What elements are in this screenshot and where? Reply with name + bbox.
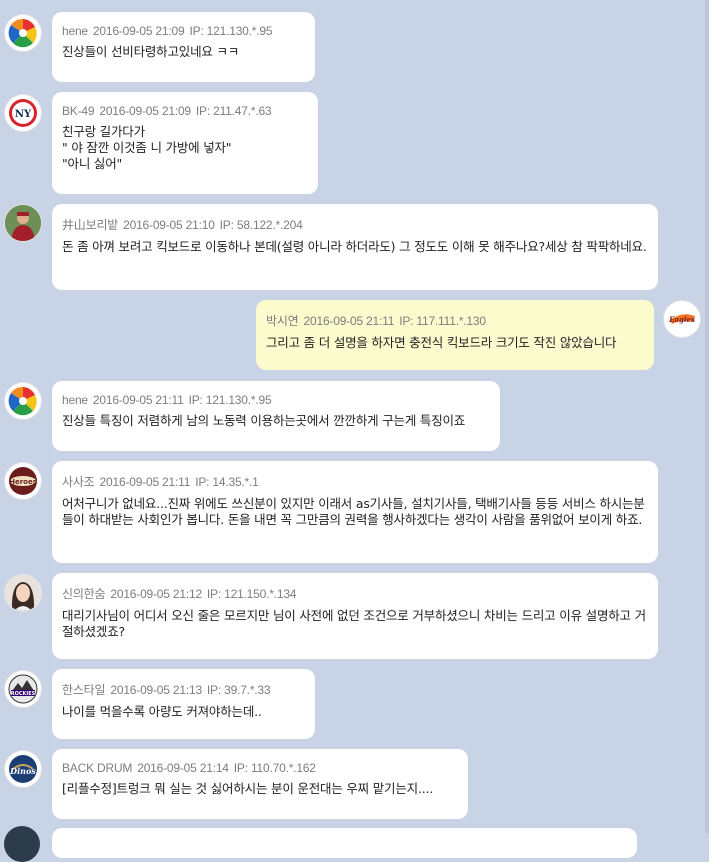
comment-meta: BACK DRUM 2016-09-05 21:14 IP: 110.70.*.16…	[62, 761, 458, 775]
heroes-logo-text: Heroes	[9, 478, 37, 486]
comment-author[interactable]: 井山보리밭	[62, 218, 118, 232]
rockies-logo-text: ROCKIES	[11, 691, 36, 697]
yankees-logo-icon[interactable]: NY	[4, 94, 42, 132]
comment-text: 나이를 먹을수록 아량도 커져야하는데..	[62, 704, 262, 719]
comment-author[interactable]: hene	[62, 393, 88, 407]
page-scrollbar[interactable]	[705, 0, 709, 833]
comment-ip: IP: 121.130.*.95	[188, 393, 272, 407]
comment-bubble: 박시연 2016-09-05 21:11 IP: 117.111.*.130 그리고…	[256, 300, 654, 370]
comment-meta: 사사조 2016-09-05 21:11 IP: 14.35.*.1	[62, 473, 648, 490]
player-photo-icon[interactable]	[4, 204, 42, 242]
comment-bubble: 신의한숨 2016-09-05 21:12 IP: 121.150.*.134 대리…	[52, 573, 658, 659]
comment-date: 2016-09-05 21:11	[99, 475, 191, 489]
heroes-logo-icon[interactable]: Heroes	[4, 462, 42, 500]
comment-bubble: hene 2016-09-05 21:09 IP: 121.130.*.95 진상들…	[52, 12, 315, 82]
comment-date: 2016-09-05 21:11	[92, 393, 184, 407]
comment-meta: 井山보리밭 2016-09-05 21:10 IP: 58.122.*.204	[62, 216, 648, 233]
comment-ip: IP: 58.122.*.204	[219, 218, 303, 232]
comment-author[interactable]: 사사조	[62, 475, 95, 489]
comment-author[interactable]: hene	[62, 24, 88, 38]
comment-meta: 신의한숨 2016-09-05 21:12 IP: 121.150.*.134	[62, 585, 648, 602]
comment-date: 2016-09-05 21:12	[110, 587, 202, 601]
comment-ip: IP: 121.130.*.95	[189, 24, 273, 38]
comment-author[interactable]: 신의한숨	[62, 587, 106, 601]
comment-date: 2016-09-05 21:09	[99, 104, 191, 118]
comment-author[interactable]: BK-49	[62, 104, 95, 118]
comment-ip: IP: 121.150.*.134	[206, 587, 297, 601]
comment-meta: 박시연 2016-09-05 21:11 IP: 117.111.*.130	[266, 312, 644, 329]
rockies-logo-icon[interactable]: ROCKIES	[4, 670, 42, 708]
comment-text: 그리고 좀 더 설명을 하자면 충전식 킥보드라 크기도 작진 않았습니다	[266, 335, 617, 350]
comment-ip: IP: 39.7.*.33	[206, 683, 271, 697]
partial-avatar[interactable]	[4, 826, 40, 862]
eagles-logo-text: Eagles	[668, 315, 695, 324]
comment-date: 2016-09-05 21:14	[137, 761, 229, 775]
dinos-logo-text: Dinos	[9, 766, 36, 776]
comment-meta: hene 2016-09-05 21:09 IP: 121.130.*.95	[62, 24, 305, 38]
comment-text: 친구랑 길가다가 " 야 잠깐 이것좀 니 가방에 넣자" "아니 싫어"	[62, 124, 232, 171]
woman-photo-icon[interactable]	[4, 574, 42, 612]
comment-text: 어처구니가 없네요...진짜 위에도 쓰신분이 있지만 이래서 as기사들, 설…	[62, 496, 645, 527]
pinwheel-logo-icon[interactable]	[4, 382, 42, 420]
comment-author[interactable]: BACK DRUM	[62, 761, 132, 775]
comment-meta: BK-49 2016-09-05 21:09 IP: 211.47.*.63	[62, 104, 308, 118]
comment-meta: 한스타일 2016-09-05 21:13 IP: 39.7.*.33	[62, 681, 305, 698]
comment-bubble: hene 2016-09-05 21:11 IP: 121.130.*.95 진상들…	[52, 381, 500, 451]
dinos-logo-icon[interactable]: Dinos	[4, 750, 42, 788]
comment-meta: hene 2016-09-05 21:11 IP: 121.130.*.95	[62, 393, 490, 407]
comment-author[interactable]: 박시연	[266, 314, 299, 328]
comment-bubble: 한스타일 2016-09-05 21:13 IP: 39.7.*.33 나이를 먹을…	[52, 669, 315, 739]
eagles-logo-icon[interactable]: Eagles	[663, 300, 701, 338]
comment-date: 2016-09-05 21:10	[123, 218, 215, 232]
comment-author[interactable]: 한스타일	[62, 683, 106, 697]
comment-ip: IP: 211.47.*.63	[195, 104, 272, 118]
comment-bubble: 井山보리밭 2016-09-05 21:10 IP: 58.122.*.204 돈 …	[52, 204, 658, 290]
comment-text: 진상들이 선비타령하고있네요 ㅋㅋ	[62, 44, 240, 59]
comment-ip: IP: 110.70.*.162	[233, 761, 316, 775]
comment-bubble: BK-49 2016-09-05 21:09 IP: 211.47.*.63 친구랑…	[52, 92, 318, 194]
comment-text: [리플수정]트렁크 뭐 실는 것 싫어하시는 분이 운전대는 우찌 맡기는지..…	[62, 781, 434, 796]
comment-ip: IP: 117.111.*.130	[399, 314, 486, 328]
comment-ip: IP: 14.35.*.1	[195, 475, 259, 489]
comment-text: 돈 좀 아껴 보려고 킥보드로 이동하나 본데(설령 아니라 하더라도) 그 정…	[62, 239, 647, 254]
comment-date: 2016-09-05 21:13	[110, 683, 202, 697]
comment-bubble: BACK DRUM 2016-09-05 21:14 IP: 110.70.*.16…	[52, 749, 468, 819]
yankees-logo-text: NY	[15, 109, 32, 120]
comment-bubble: 사사조 2016-09-05 21:11 IP: 14.35.*.1 어처구니가 없…	[52, 461, 658, 563]
comment-text: 진상들 특징이 저렴하게 남의 노동력 이용하는곳에서 깐깐하게 구는게 특징이…	[62, 413, 466, 428]
pinwheel-logo-icon[interactable]	[4, 14, 42, 52]
comment-date: 2016-09-05 21:11	[303, 314, 395, 328]
comment-text: 대리기사님이 어디서 오신 줄은 모르지만 님이 사전에 없던 조건으로 거부하…	[62, 608, 646, 639]
comment-date: 2016-09-05 21:09	[92, 24, 185, 38]
